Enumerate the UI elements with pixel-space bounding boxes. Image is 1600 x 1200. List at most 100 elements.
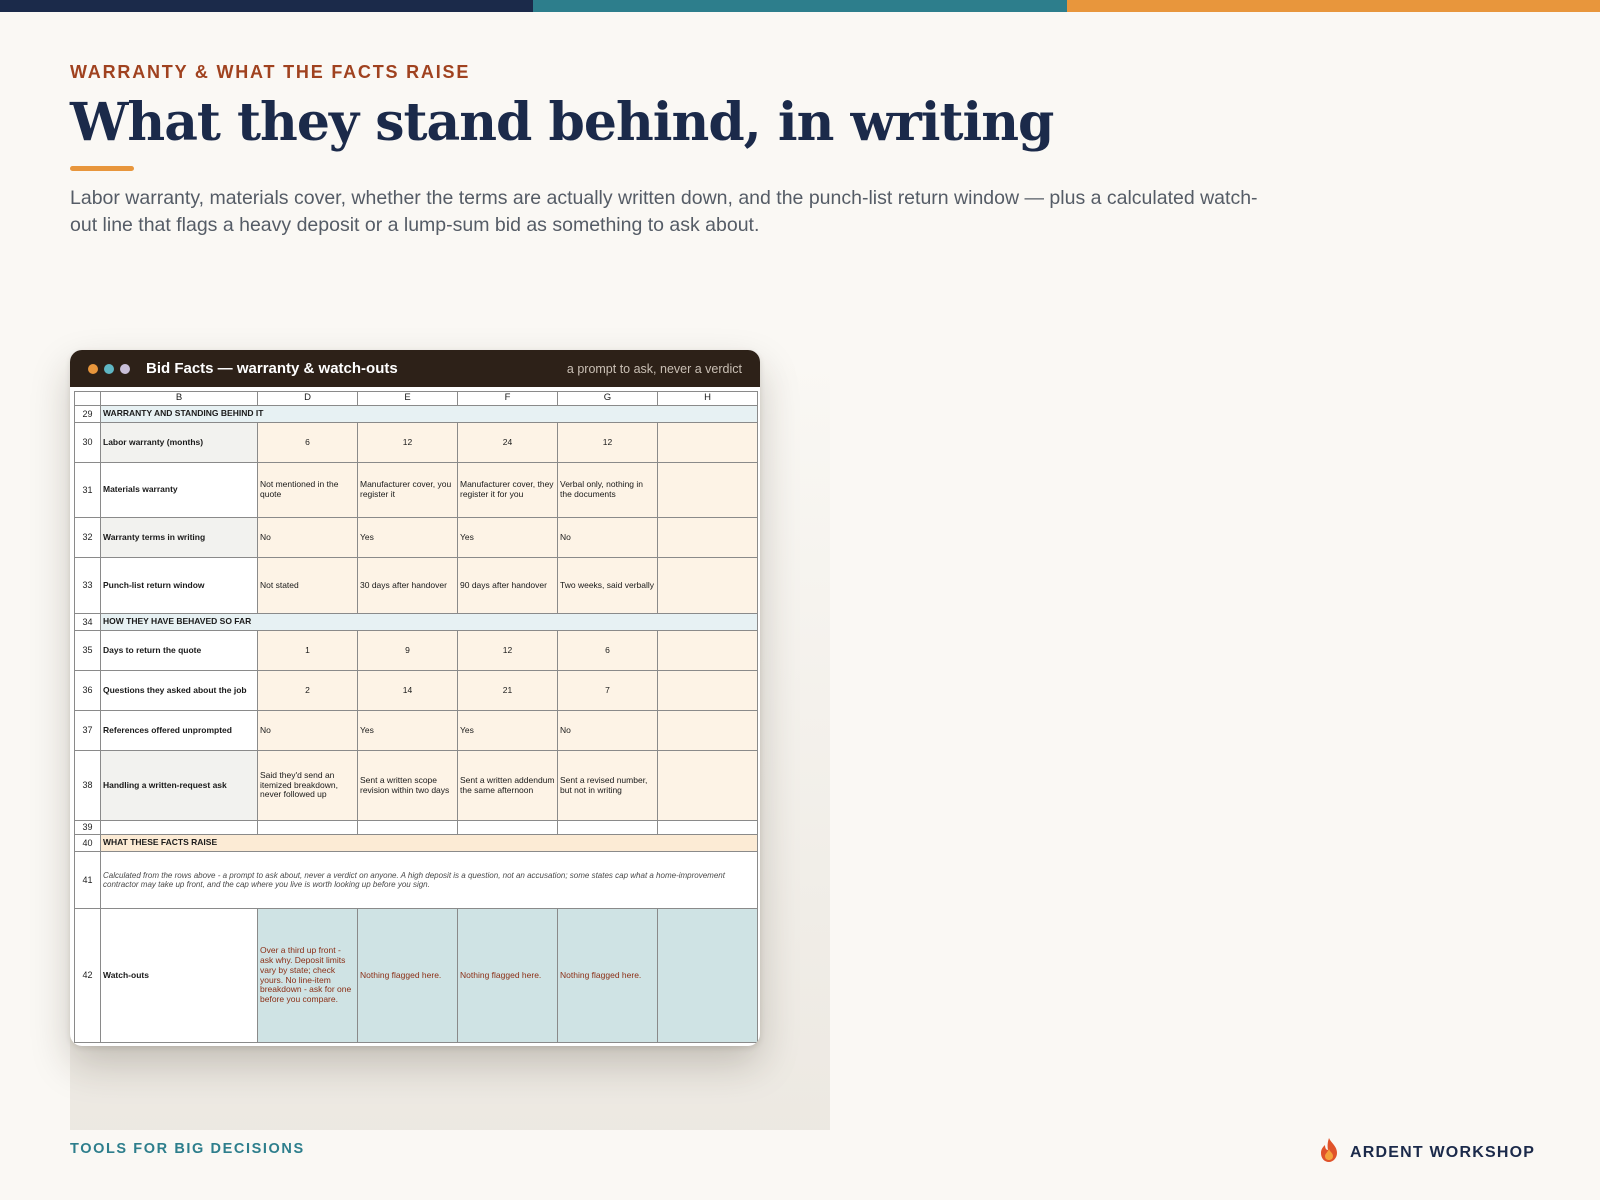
cell-f39[interactable] <box>457 820 558 835</box>
window-dot-orange[interactable] <box>88 363 98 374</box>
title-rule <box>70 166 134 171</box>
watchout-cell-f[interactable]: Nothing flagged here. <box>457 908 558 1043</box>
row-label-cell[interactable]: References offered unprompted <box>100 710 258 751</box>
watchout-cell-d[interactable]: Over a third up front - ask why. Deposit… <box>257 908 358 1043</box>
row-label-cell[interactable]: Questions they asked about the job <box>100 670 258 711</box>
cell-b39[interactable] <box>100 820 258 835</box>
row-number[interactable]: 31 <box>74 462 101 518</box>
window-dot-teal[interactable] <box>104 363 114 374</box>
row-number[interactable]: 41 <box>74 851 101 909</box>
cell-f36[interactable]: 21 <box>457 670 558 711</box>
row-label-cell[interactable]: Warranty terms in writing <box>100 517 258 558</box>
watchout-cell-g[interactable]: Nothing flagged here. <box>557 908 658 1043</box>
table-row: 35 Days to return the quote 1 9 12 6 <box>74 630 758 671</box>
cell-e31[interactable]: Manufacturer cover, you register it <box>357 462 458 518</box>
cell-g32[interactable]: No <box>557 517 658 558</box>
row-number[interactable]: 42 <box>74 908 101 1043</box>
note-cell[interactable]: Calculated from the rows above - a promp… <box>100 851 758 909</box>
column-header-e[interactable]: E <box>357 391 458 406</box>
cell-e37[interactable]: Yes <box>357 710 458 751</box>
cell-f38[interactable]: Sent a written addendum the same afterno… <box>457 750 558 821</box>
watchout-cell-e[interactable]: Nothing flagged here. <box>357 908 458 1043</box>
table-row: 36 Questions they asked about the job 2 … <box>74 670 758 711</box>
cell-f31[interactable]: Manufacturer cover, they register it for… <box>457 462 558 518</box>
row-number[interactable]: 30 <box>74 422 101 463</box>
cell-e33[interactable]: 30 days after handover <box>357 557 458 614</box>
cell-d32[interactable]: No <box>257 517 358 558</box>
row-label-cell[interactable]: Days to return the quote <box>100 630 258 671</box>
cell-f30[interactable]: 24 <box>457 422 558 463</box>
cell-f33[interactable]: 90 days after handover <box>457 557 558 614</box>
cell-g31[interactable]: Verbal only, nothing in the documents <box>557 462 658 518</box>
footer-brand: ARDENT WORKSHOP <box>1318 1137 1535 1168</box>
row-label-cell[interactable]: Materials warranty <box>100 462 258 518</box>
cell-h32[interactable] <box>657 517 758 558</box>
cell-h37[interactable] <box>657 710 758 751</box>
cell-h38[interactable] <box>657 750 758 821</box>
cell-d39[interactable] <box>257 820 358 835</box>
cell-g37[interactable]: No <box>557 710 658 751</box>
row-number[interactable]: 38 <box>74 750 101 821</box>
cell-e35[interactable]: 9 <box>357 630 458 671</box>
cell-f32[interactable]: Yes <box>457 517 558 558</box>
cell-g35[interactable]: 6 <box>557 630 658 671</box>
cell-e36[interactable]: 14 <box>357 670 458 711</box>
cell-g38[interactable]: Sent a revised number, but not in writin… <box>557 750 658 821</box>
footer-tagline: TOOLS FOR BIG DECISIONS <box>70 1141 305 1157</box>
column-header-f[interactable]: F <box>457 391 558 406</box>
row-number[interactable]: 29 <box>74 405 101 423</box>
cell-f37[interactable]: Yes <box>457 710 558 751</box>
table-row: 39 <box>74 820 758 835</box>
window-title: Bid Facts — warranty & watch-outs <box>146 360 398 377</box>
cell-d33[interactable]: Not stated <box>257 557 358 614</box>
row-label-cell[interactable]: Punch-list return window <box>100 557 258 614</box>
cell-h39[interactable] <box>657 820 758 835</box>
cell-h31[interactable] <box>657 462 758 518</box>
row-label-cell[interactable]: Labor warranty (months) <box>100 422 258 463</box>
cell-d35[interactable]: 1 <box>257 630 358 671</box>
cell-g30[interactable]: 12 <box>557 422 658 463</box>
cell-h30[interactable] <box>657 422 758 463</box>
cell-f35[interactable]: 12 <box>457 630 558 671</box>
cell-d36[interactable]: 2 <box>257 670 358 711</box>
cell-e30[interactable]: 12 <box>357 422 458 463</box>
row-number[interactable]: 35 <box>74 630 101 671</box>
cell-g33[interactable]: Two weeks, said verbally <box>557 557 658 614</box>
cell-g39[interactable] <box>557 820 658 835</box>
row-number[interactable]: 33 <box>74 557 101 614</box>
section-header-cell[interactable]: HOW THEY HAVE BEHAVED SO FAR <box>100 613 758 631</box>
cell-d30[interactable]: 6 <box>257 422 358 463</box>
row-number[interactable]: 34 <box>74 613 101 631</box>
row-number[interactable]: 39 <box>74 820 101 835</box>
row-label-cell[interactable]: Handling a written-request ask <box>100 750 258 821</box>
cell-e32[interactable]: Yes <box>357 517 458 558</box>
section-header-cell[interactable]: WHAT THESE FACTS RAISE <box>100 834 758 852</box>
column-header-h[interactable]: H <box>657 391 758 406</box>
row-number[interactable]: 37 <box>74 710 101 751</box>
cell-g36[interactable]: 7 <box>557 670 658 711</box>
column-header-g[interactable]: G <box>557 391 658 406</box>
cell-d37[interactable]: No <box>257 710 358 751</box>
watchout-cell-h[interactable] <box>657 908 758 1043</box>
cell-h36[interactable] <box>657 670 758 711</box>
cell-e38[interactable]: Sent a written scope revision within two… <box>357 750 458 821</box>
cell-d38[interactable]: Said they'd send an itemized breakdown, … <box>257 750 358 821</box>
cell-e39[interactable] <box>357 820 458 835</box>
cell-h35[interactable] <box>657 630 758 671</box>
flame-icon <box>1318 1137 1340 1168</box>
row-label-cell[interactable]: Watch-outs <box>100 908 258 1043</box>
table-row: 41 Calculated from the rows above - a pr… <box>74 851 758 909</box>
section-header-cell[interactable]: WARRANTY AND STANDING BEHIND IT <box>100 405 758 423</box>
corner-cell[interactable] <box>74 391 101 406</box>
page-title: What they stand behind, in writing <box>70 92 1054 153</box>
column-header-b[interactable]: B <box>100 391 258 406</box>
spreadsheet-window: Bid Facts — warranty & watch-outs a prom… <box>70 350 760 1046</box>
row-number[interactable]: 32 <box>74 517 101 558</box>
window-dot-lilac[interactable] <box>120 363 130 374</box>
column-header-d[interactable]: D <box>257 391 358 406</box>
row-number[interactable]: 40 <box>74 834 101 852</box>
table-row: 34 HOW THEY HAVE BEHAVED SO FAR <box>74 613 758 631</box>
row-number[interactable]: 36 <box>74 670 101 711</box>
cell-h33[interactable] <box>657 557 758 614</box>
cell-d31[interactable]: Not mentioned in the quote <box>257 462 358 518</box>
